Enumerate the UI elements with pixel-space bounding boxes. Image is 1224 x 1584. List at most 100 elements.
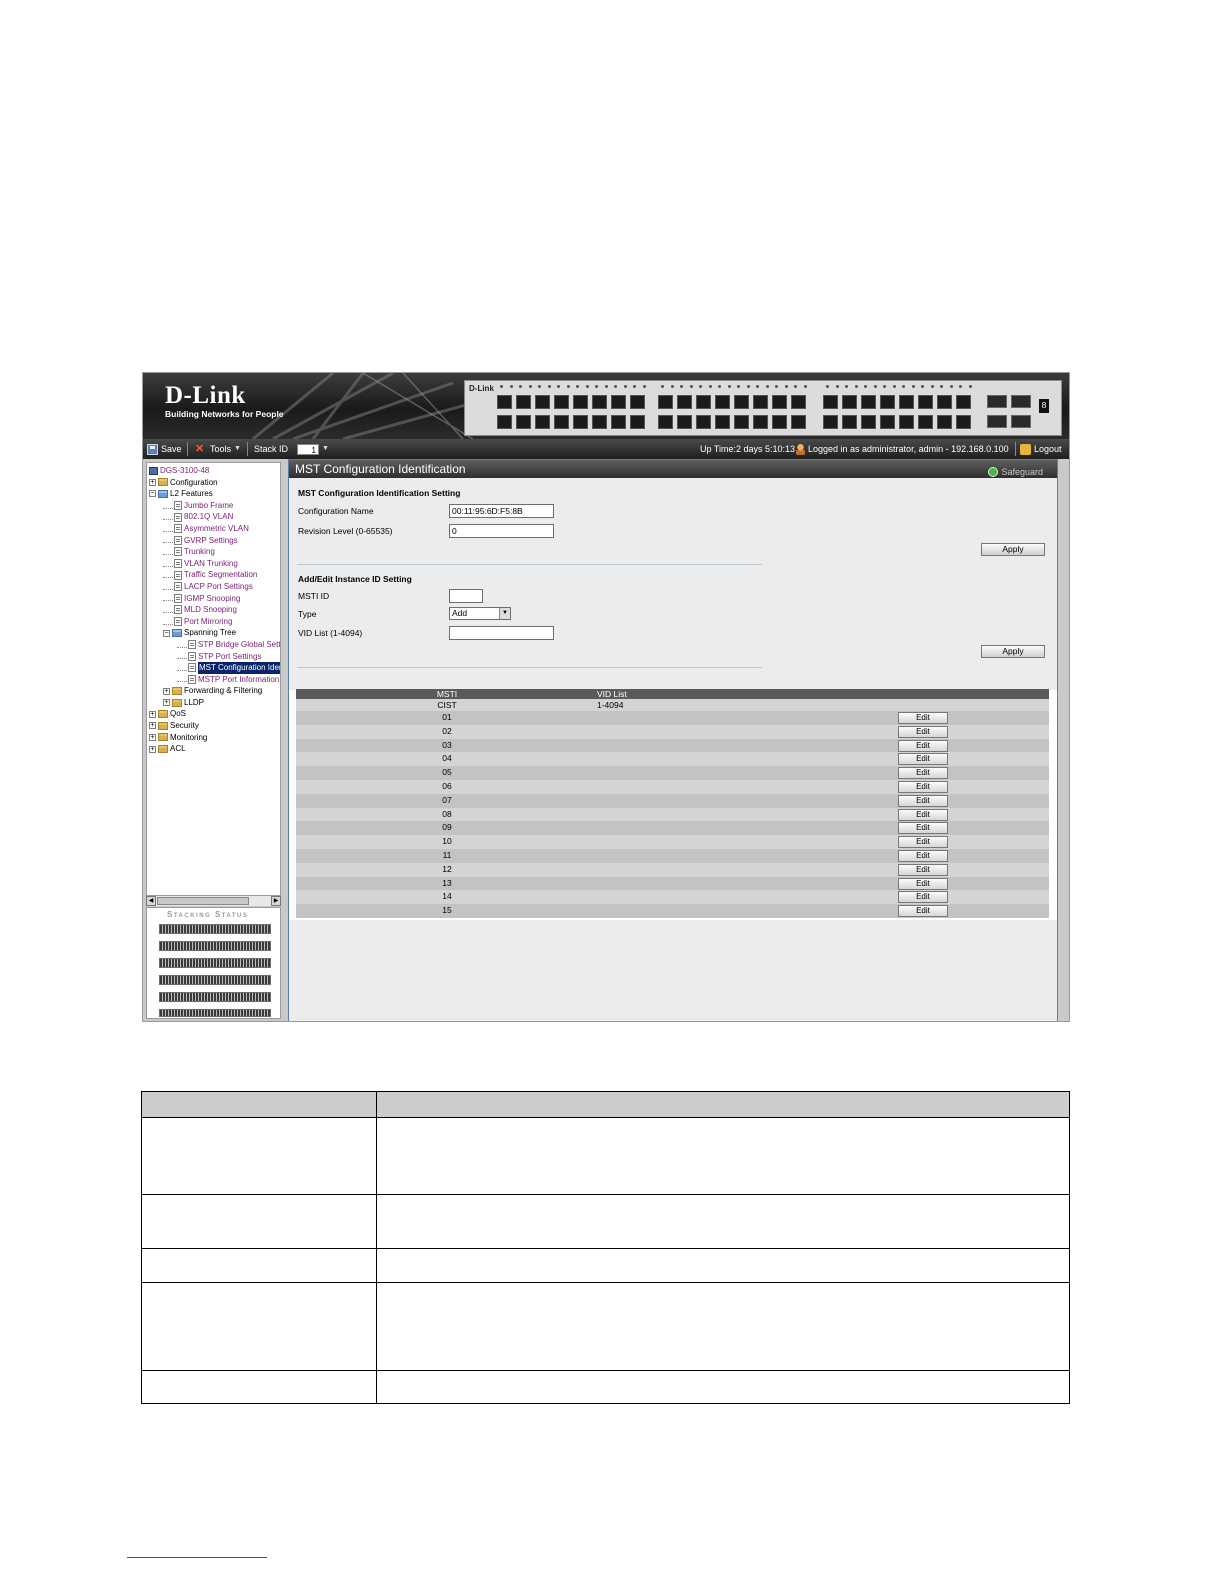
stack-unit-3[interactable] bbox=[159, 958, 271, 968]
ethernet-port[interactable] bbox=[715, 395, 730, 409]
tree-item-label[interactable]: MSTP Port Information bbox=[198, 674, 279, 686]
revision-level-field[interactable]: 0 bbox=[449, 524, 554, 538]
sfp-port[interactable] bbox=[987, 395, 1007, 408]
tree-item-l2-child[interactable]: IGMP Snooping bbox=[149, 593, 280, 605]
tree-item-label[interactable]: Forwarding & Filtering bbox=[184, 685, 262, 697]
ethernet-port[interactable] bbox=[861, 395, 876, 409]
ethernet-port[interactable] bbox=[734, 415, 749, 429]
ethernet-port[interactable] bbox=[899, 395, 914, 409]
stack-unit-5[interactable] bbox=[159, 992, 271, 1002]
tree-item-label[interactable]: Port Mirroring bbox=[184, 616, 232, 628]
ethernet-port[interactable] bbox=[937, 395, 952, 409]
tree-item-label[interactable]: MST Configuration Iden bbox=[198, 662, 280, 674]
tree-item-label[interactable]: STP Bridge Global Setti bbox=[198, 639, 280, 651]
tree-horizontal-scrollbar[interactable]: ◀ ▶ bbox=[146, 895, 281, 906]
edit-button[interactable]: Edit bbox=[898, 877, 948, 890]
tree-item-security[interactable]: + Security bbox=[149, 720, 280, 732]
ethernet-port[interactable] bbox=[734, 395, 749, 409]
expand-icon[interactable]: + bbox=[149, 733, 156, 741]
tree-item-stp-child[interactable]: STP Port Settings bbox=[149, 651, 280, 663]
sfp-port[interactable] bbox=[1011, 395, 1031, 408]
sfp-port[interactable] bbox=[987, 415, 1007, 428]
ethernet-port[interactable] bbox=[535, 415, 550, 429]
switch-front-panel[interactable]: D-Link 8 bbox=[464, 380, 1062, 436]
apply-button-mst-setting[interactable]: Apply bbox=[981, 543, 1045, 556]
ethernet-port[interactable] bbox=[516, 395, 531, 409]
sfp-port[interactable] bbox=[1011, 415, 1031, 428]
ethernet-port[interactable] bbox=[753, 395, 768, 409]
tree-item-l2-child[interactable]: GVRP Settings bbox=[149, 535, 280, 547]
ethernet-port[interactable] bbox=[956, 415, 971, 429]
ethernet-port[interactable] bbox=[573, 415, 588, 429]
edit-button[interactable]: Edit bbox=[898, 753, 948, 766]
ethernet-port[interactable] bbox=[696, 395, 711, 409]
vid-list-field[interactable] bbox=[449, 626, 554, 640]
edit-button[interactable]: Edit bbox=[898, 836, 948, 849]
tree-item-l2-child[interactable]: Asymmetric VLAN bbox=[149, 523, 280, 535]
tree-item-label[interactable]: LLDP bbox=[184, 697, 204, 709]
ethernet-port[interactable] bbox=[658, 415, 673, 429]
ethernet-port[interactable] bbox=[554, 395, 569, 409]
stack-id-select[interactable]: 1 bbox=[297, 444, 319, 455]
tree-item-label[interactable]: Trunking bbox=[184, 546, 215, 558]
tree-item-label[interactable]: Security bbox=[170, 720, 199, 732]
chevron-down-icon[interactable]: ▼ bbox=[322, 439, 329, 459]
ethernet-port[interactable] bbox=[861, 415, 876, 429]
ethernet-port[interactable] bbox=[677, 395, 692, 409]
tree-item-label[interactable]: MLD Snooping bbox=[184, 604, 237, 616]
tree-item-label[interactable]: Jumbo Frame bbox=[184, 500, 233, 512]
ethernet-port[interactable] bbox=[753, 415, 768, 429]
tree-item-lldp[interactable]: + LLDP bbox=[149, 697, 280, 709]
ethernet-port[interactable] bbox=[842, 395, 857, 409]
edit-button[interactable]: Edit bbox=[898, 780, 948, 793]
tree-item-label[interactable]: Asymmetric VLAN bbox=[184, 523, 249, 535]
ethernet-port[interactable] bbox=[630, 415, 645, 429]
scroll-right-icon[interactable]: ▶ bbox=[271, 896, 281, 906]
edit-button[interactable]: Edit bbox=[898, 849, 948, 862]
ethernet-port[interactable] bbox=[880, 395, 895, 409]
ethernet-port[interactable] bbox=[772, 395, 787, 409]
ethernet-port[interactable] bbox=[823, 395, 838, 409]
tree-root[interactable]: DGS-3100-48 bbox=[149, 465, 280, 477]
stack-unit-1[interactable] bbox=[159, 924, 271, 934]
ethernet-port[interactable] bbox=[715, 415, 730, 429]
navigation-tree[interactable]: DGS-3100-48 + Configuration − L2 Features … bbox=[149, 465, 280, 755]
tree-item-stp-child[interactable]: MST Configuration Iden bbox=[149, 662, 280, 674]
collapse-icon[interactable]: − bbox=[163, 629, 170, 637]
scroll-left-icon[interactable]: ◀ bbox=[146, 896, 156, 906]
tree-item-label[interactable]: Monitoring bbox=[170, 732, 207, 744]
tools-menu[interactable]: ✕ Tools ▼ bbox=[195, 439, 241, 459]
tree-item-configuration[interactable]: + Configuration bbox=[149, 477, 280, 489]
ethernet-port[interactable] bbox=[497, 395, 512, 409]
save-button[interactable]: Save bbox=[147, 439, 182, 459]
tree-item-label[interactable]: VLAN Trunking bbox=[184, 558, 238, 570]
tree-item-label[interactable]: STP Port Settings bbox=[198, 651, 261, 663]
edit-button[interactable]: Edit bbox=[898, 863, 948, 876]
ethernet-port[interactable] bbox=[592, 395, 607, 409]
tree-item-l2-child[interactable]: Jumbo Frame bbox=[149, 500, 280, 512]
expand-icon[interactable]: + bbox=[149, 745, 156, 753]
ethernet-port[interactable] bbox=[772, 415, 787, 429]
tree-item-label[interactable]: Configuration bbox=[170, 477, 218, 489]
tree-item-label[interactable]: 802.1Q VLAN bbox=[184, 511, 233, 523]
expand-icon[interactable]: + bbox=[149, 722, 156, 730]
edit-button[interactable]: Edit bbox=[898, 725, 948, 738]
tree-item-forwarding[interactable]: + Forwarding & Filtering bbox=[149, 685, 280, 697]
tree-item-label[interactable]: IGMP Snooping bbox=[184, 593, 240, 605]
tree-item-stp-child[interactable]: MSTP Port Information bbox=[149, 674, 280, 686]
tree-item-label[interactable]: Traffic Segmentation bbox=[184, 569, 257, 581]
tree-item-l2-child[interactable]: Trunking bbox=[149, 546, 280, 558]
ethernet-port[interactable] bbox=[791, 415, 806, 429]
ethernet-port[interactable] bbox=[658, 395, 673, 409]
expand-icon[interactable]: + bbox=[163, 687, 170, 695]
ethernet-port[interactable] bbox=[937, 415, 952, 429]
tree-item-l2-features[interactable]: − L2 Features bbox=[149, 488, 280, 500]
ethernet-port[interactable] bbox=[823, 415, 838, 429]
tree-item-l2-child[interactable]: MLD Snooping bbox=[149, 604, 280, 616]
ethernet-port[interactable] bbox=[880, 415, 895, 429]
ethernet-port[interactable] bbox=[899, 415, 914, 429]
type-select[interactable]: Add ▼ bbox=[449, 607, 511, 620]
tree-root-label[interactable]: DGS-3100-48 bbox=[160, 465, 209, 477]
chevron-down-icon[interactable]: ▼ bbox=[499, 608, 510, 619]
ethernet-port[interactable] bbox=[677, 415, 692, 429]
